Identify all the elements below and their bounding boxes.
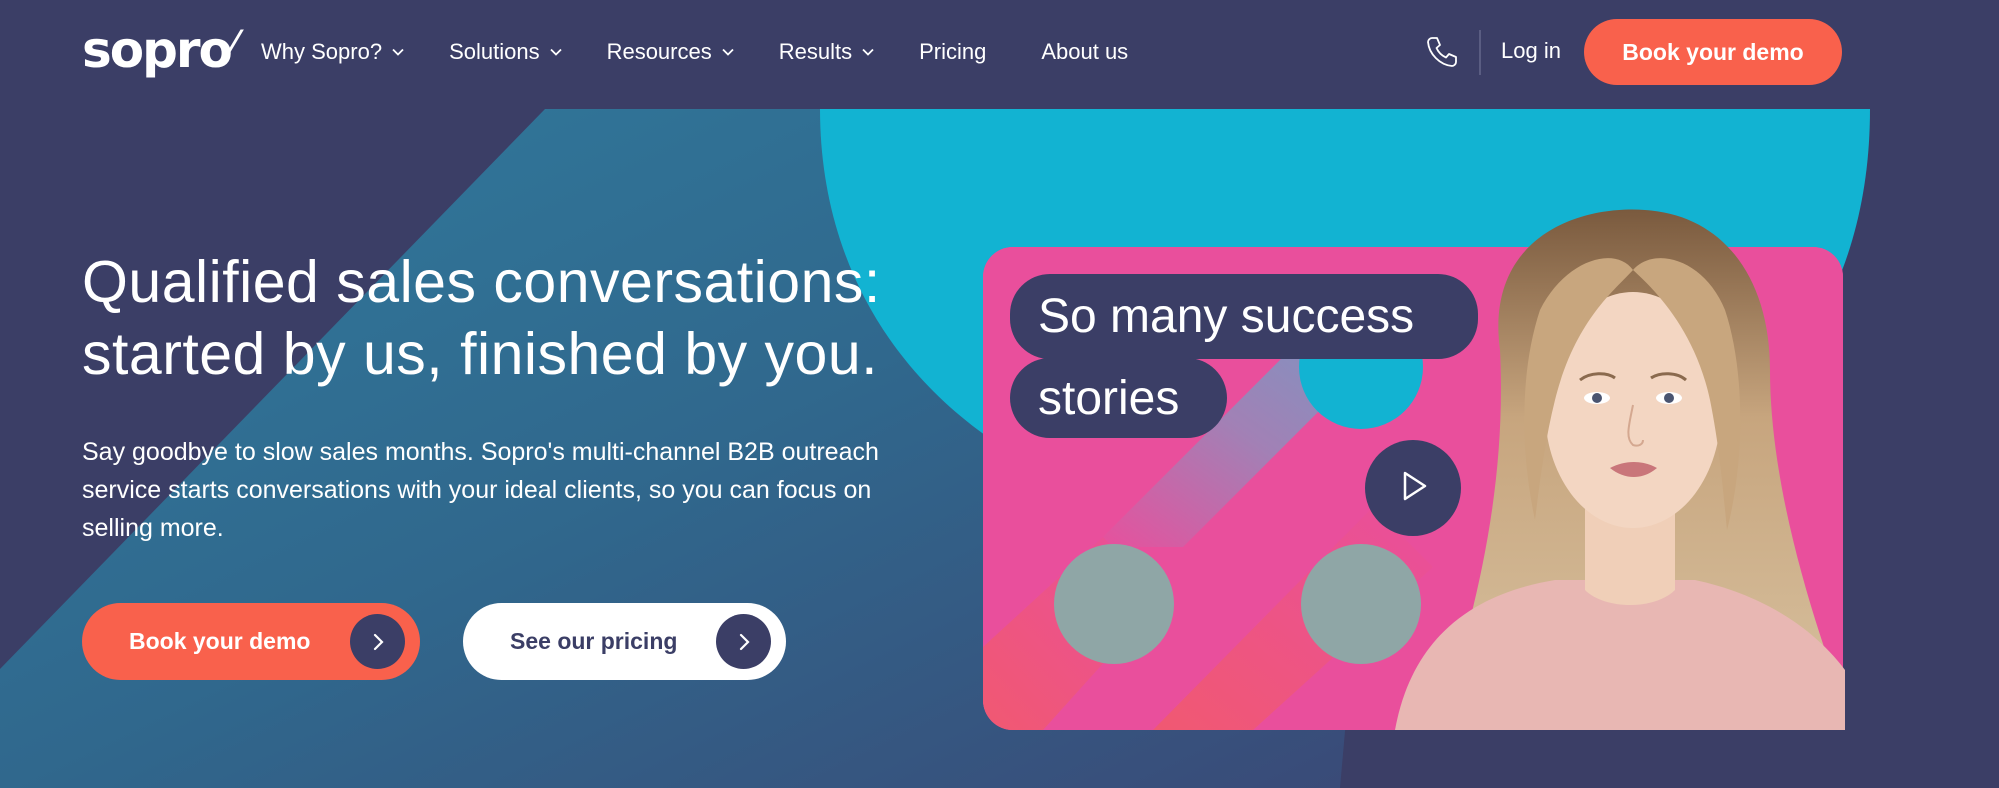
headline-line-1: Qualified sales conversations:: [82, 249, 881, 315]
headline-line-2: started by us, finished by you.: [82, 321, 879, 387]
nav-item-label: Why Sopro?: [261, 38, 383, 64]
chevron-right-icon: [716, 614, 771, 669]
header-book-demo-button[interactable]: Book your demo: [1584, 19, 1842, 85]
sopro-logo[interactable]: sopro ⁄: [82, 21, 238, 79]
book-demo-label: Book your demo: [129, 628, 311, 654]
nav-item-label: Resources: [606, 38, 712, 64]
chevron-down-icon: [861, 45, 875, 59]
nav-item-resources[interactable]: Resources: [607, 39, 735, 65]
chevron-down-icon: [549, 45, 563, 59]
see-pricing-label: See our pricing: [510, 628, 678, 654]
logo-text: sopro: [82, 21, 233, 79]
nav-item-about-us[interactable]: About us: [1041, 39, 1128, 65]
nav-item-label: Pricing: [919, 38, 987, 64]
video-caption-line-2: stories: [1010, 358, 1227, 438]
hero-headline: Qualified sales conversations: started b…: [82, 246, 982, 390]
play-button[interactable]: [1365, 440, 1461, 536]
book-demo-button[interactable]: Book your demo: [82, 603, 420, 680]
hero-subtext: Say goodbye to slow sales months. Sopro'…: [82, 438, 879, 542]
video-caption-line-1: So many success: [1010, 274, 1478, 359]
play-icon: [1395, 468, 1431, 509]
phone-icon[interactable]: [1424, 34, 1460, 70]
nav-item-solutions[interactable]: Solutions: [449, 39, 563, 65]
header-divider: [1479, 30, 1481, 75]
chevron-down-icon: [721, 45, 735, 59]
main-nav: Why Sopro? Solutions Resources Results P…: [261, 0, 1128, 103]
nav-item-results[interactable]: Results: [779, 39, 875, 65]
nav-item-why-sopro[interactable]: Why Sopro?: [261, 39, 405, 65]
nav-item-label: Solutions: [449, 38, 540, 64]
site-header: sopro ⁄ Why Sopro? Solutions Resources Re…: [0, 0, 1999, 109]
chevron-down-icon: [391, 45, 405, 59]
see-pricing-button[interactable]: See our pricing: [463, 603, 786, 680]
login-link[interactable]: Log in: [1501, 38, 1561, 64]
nav-item-label: About us: [1041, 38, 1129, 64]
nav-item-label: Results: [778, 38, 853, 64]
nav-item-pricing[interactable]: Pricing: [919, 39, 986, 65]
chevron-right-icon: [350, 614, 405, 669]
